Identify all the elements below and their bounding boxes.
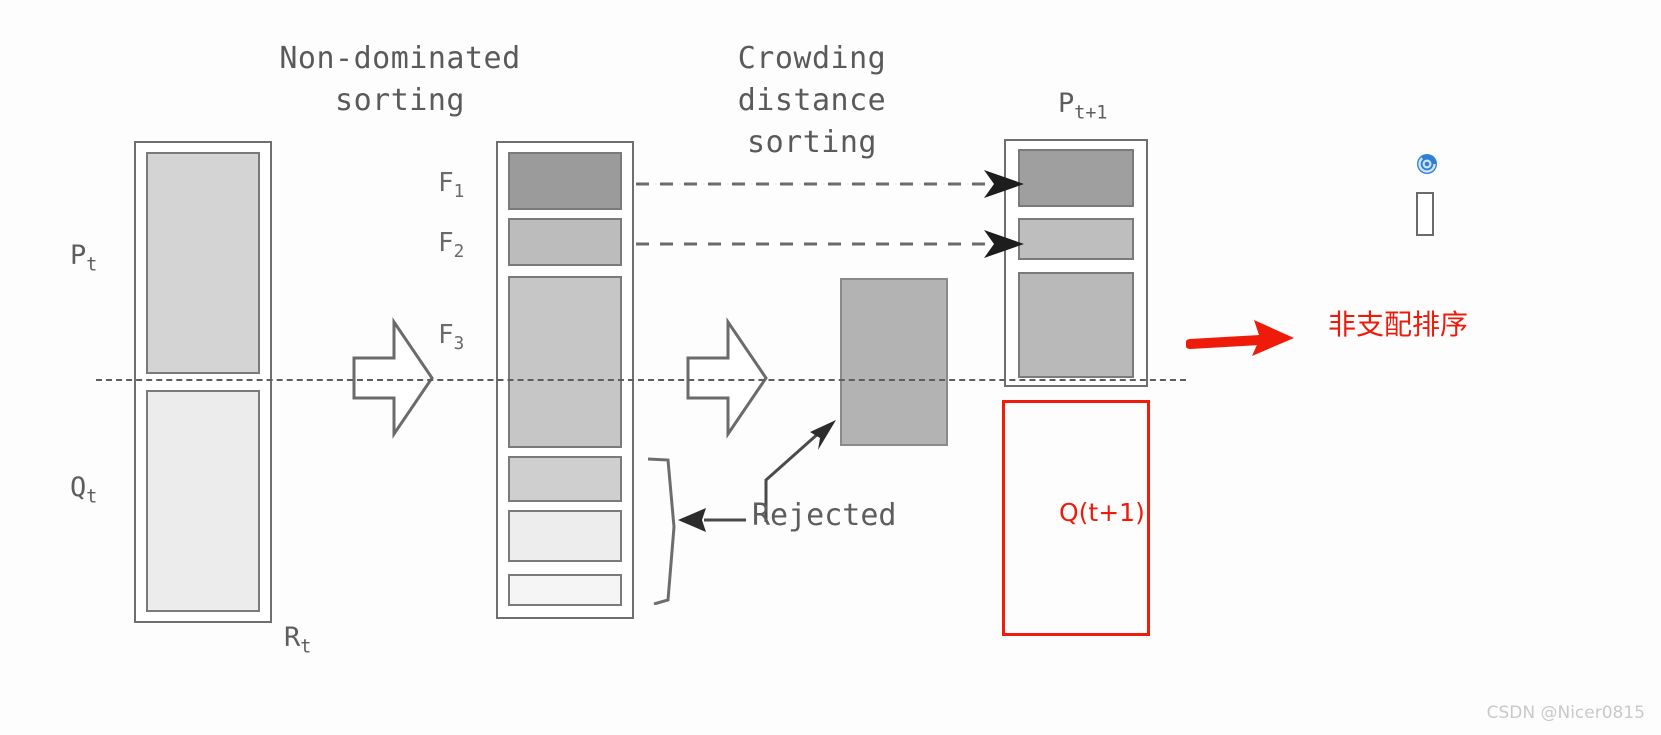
rejected-block: [840, 278, 948, 446]
rejected-leader-left-icon: [678, 508, 746, 532]
loading-spinner-icon: [1417, 154, 1437, 174]
connector-f1-arrow-icon: [636, 170, 1024, 198]
label-rt-subscript: t: [300, 636, 312, 658]
elitism-cut-dashed-line: [96, 379, 1186, 381]
label-f1: F1: [438, 168, 464, 201]
label-f3-text: F: [438, 320, 454, 350]
label-rt-text: R: [284, 622, 301, 653]
label-pt-next-subscript: t+1: [1074, 102, 1108, 124]
label-f1-text: F: [438, 168, 454, 198]
label-f1-subscript: 1: [453, 182, 465, 203]
heading-crowding-distance-sorting: Crowding distance sorting: [737, 41, 887, 160]
block-arrow-1-icon: [352, 317, 434, 439]
population-qt-block: [146, 390, 260, 612]
label-f2-subscript: 2: [453, 242, 465, 263]
text-caret-box[interactable]: [1416, 192, 1434, 236]
label-pt-next-text: P: [1058, 88, 1075, 119]
heading-non-dominated-sorting: Non-dominated sorting: [279, 41, 521, 118]
label-f2: F2: [438, 228, 464, 261]
label-f3: F3: [438, 320, 464, 353]
next-population-block-f1: [1018, 149, 1134, 207]
next-population-block-f2: [1018, 218, 1134, 260]
label-f2-text: F: [438, 228, 454, 258]
label-f3-subscript: 3: [453, 334, 465, 355]
label-pt: Pt: [70, 240, 97, 274]
label-qt-subscript: t: [86, 486, 98, 508]
front-block-f4: [508, 456, 622, 502]
diagram-canvas: Non-dominated sorting Crowding distance …: [0, 0, 1661, 735]
label-qt-text: Q: [70, 472, 87, 503]
label-pt-subscript: t: [86, 254, 98, 276]
red-arrow-icon: [1186, 320, 1294, 356]
next-population-block-f3: [1018, 272, 1134, 378]
q-next-label: Q(t+1): [1059, 498, 1145, 527]
front-block-f5: [508, 510, 622, 562]
front-block-f2: [508, 218, 622, 266]
front-block-f1: [508, 152, 622, 210]
population-pt-block: [146, 152, 260, 374]
label-rt: Rt: [284, 622, 311, 656]
label-pt-text: P: [70, 240, 87, 271]
watermark: CSDN @Nicer0815: [1486, 703, 1645, 723]
front-block-f3: [508, 276, 622, 448]
label-pt-next: Pt+1: [1058, 88, 1107, 122]
front-block-f6: [508, 574, 622, 606]
label-qt: Qt: [70, 472, 97, 506]
chinese-annotation: 非支配排序: [1328, 308, 1469, 341]
label-rejected: Rejected: [752, 498, 897, 533]
connector-f2-arrow-icon: [636, 230, 1024, 258]
